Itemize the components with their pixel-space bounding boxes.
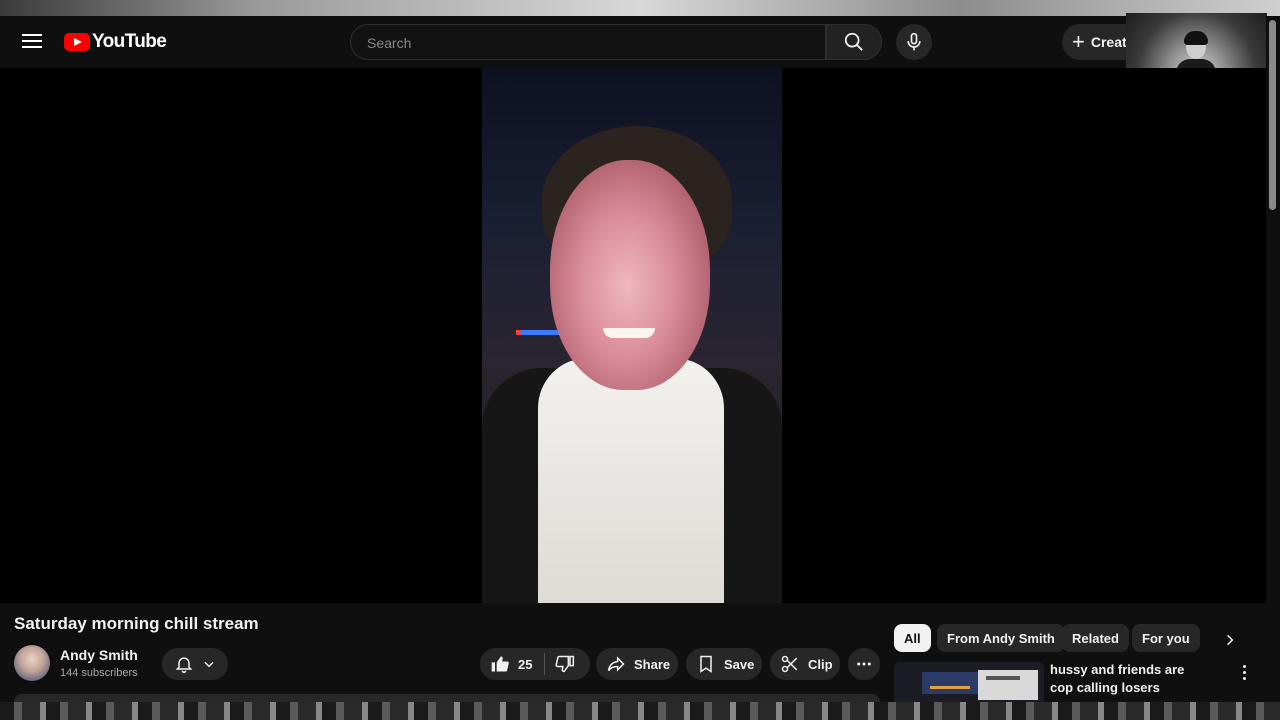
voice-search-button[interactable] xyxy=(896,24,932,60)
background-strip-bottom xyxy=(0,702,1280,720)
menu-icon xyxy=(22,34,42,36)
search-button[interactable] xyxy=(826,24,882,60)
scrollbar-thumb[interactable] xyxy=(1269,20,1276,210)
scissors-icon xyxy=(781,655,798,673)
video-player[interactable] xyxy=(0,68,1266,603)
related-video-thumbnail[interactable] xyxy=(894,662,1044,707)
like-dislike-group: 25 xyxy=(480,648,590,680)
description-box[interactable] xyxy=(14,694,880,702)
notification-button[interactable] xyxy=(162,648,228,680)
search-box xyxy=(350,24,826,61)
more-actions-button[interactable] xyxy=(848,648,880,680)
youtube-play-icon xyxy=(64,33,90,51)
save-button[interactable]: Save xyxy=(686,648,762,680)
bell-icon xyxy=(175,657,193,674)
like-button[interactable]: 25 xyxy=(480,648,532,680)
chip-for-you[interactable]: For you xyxy=(1132,624,1200,652)
subscriber-count: 144 subscribers xyxy=(60,667,138,679)
thumbs-up-icon xyxy=(491,656,509,672)
more-horizontal-icon xyxy=(857,662,871,666)
like-count: 25 xyxy=(518,656,533,672)
page-scrollbar[interactable] xyxy=(1266,16,1280,702)
share-icon xyxy=(607,656,625,672)
related-video-menu-button[interactable] xyxy=(1236,662,1252,682)
clip-label: Clip xyxy=(808,656,833,672)
save-label: Save xyxy=(724,656,755,672)
background-strip-top xyxy=(0,0,1280,16)
video-frame xyxy=(482,68,782,603)
dislike-button[interactable] xyxy=(545,648,585,680)
logo-text: YouTube xyxy=(92,31,167,52)
chips-next-button[interactable] xyxy=(1220,630,1240,650)
chevron-right-icon xyxy=(1227,634,1234,646)
share-button[interactable]: Share xyxy=(596,648,678,680)
channel-avatar[interactable] xyxy=(14,645,50,681)
chevron-down-icon xyxy=(204,661,214,668)
plus-icon: + xyxy=(1072,29,1085,54)
masthead: YouTube + Creat xyxy=(0,16,1266,68)
clip-button[interactable]: Clip xyxy=(770,648,840,680)
chip-related[interactable]: Related xyxy=(1062,624,1129,652)
menu-button[interactable] xyxy=(20,30,44,54)
microphone-icon xyxy=(907,32,921,51)
chip-from-andy-smith[interactable]: From Andy Smith xyxy=(937,624,1065,652)
youtube-logo[interactable]: YouTube xyxy=(64,30,167,54)
search-icon xyxy=(844,32,863,51)
share-label: Share xyxy=(634,656,671,672)
bookmark-icon xyxy=(700,655,712,673)
thumbs-down-icon xyxy=(555,655,575,673)
more-vertical-icon xyxy=(1242,664,1246,668)
search-input[interactable] xyxy=(365,25,809,61)
channel-name[interactable]: Andy Smith xyxy=(60,647,138,663)
video-title: Saturday morning chill stream xyxy=(14,614,259,633)
related-video-title[interactable]: hussy and friends are cop calling losers xyxy=(1050,661,1210,697)
chip-all[interactable]: All xyxy=(894,624,931,652)
create-label: Creat xyxy=(1090,34,1127,50)
